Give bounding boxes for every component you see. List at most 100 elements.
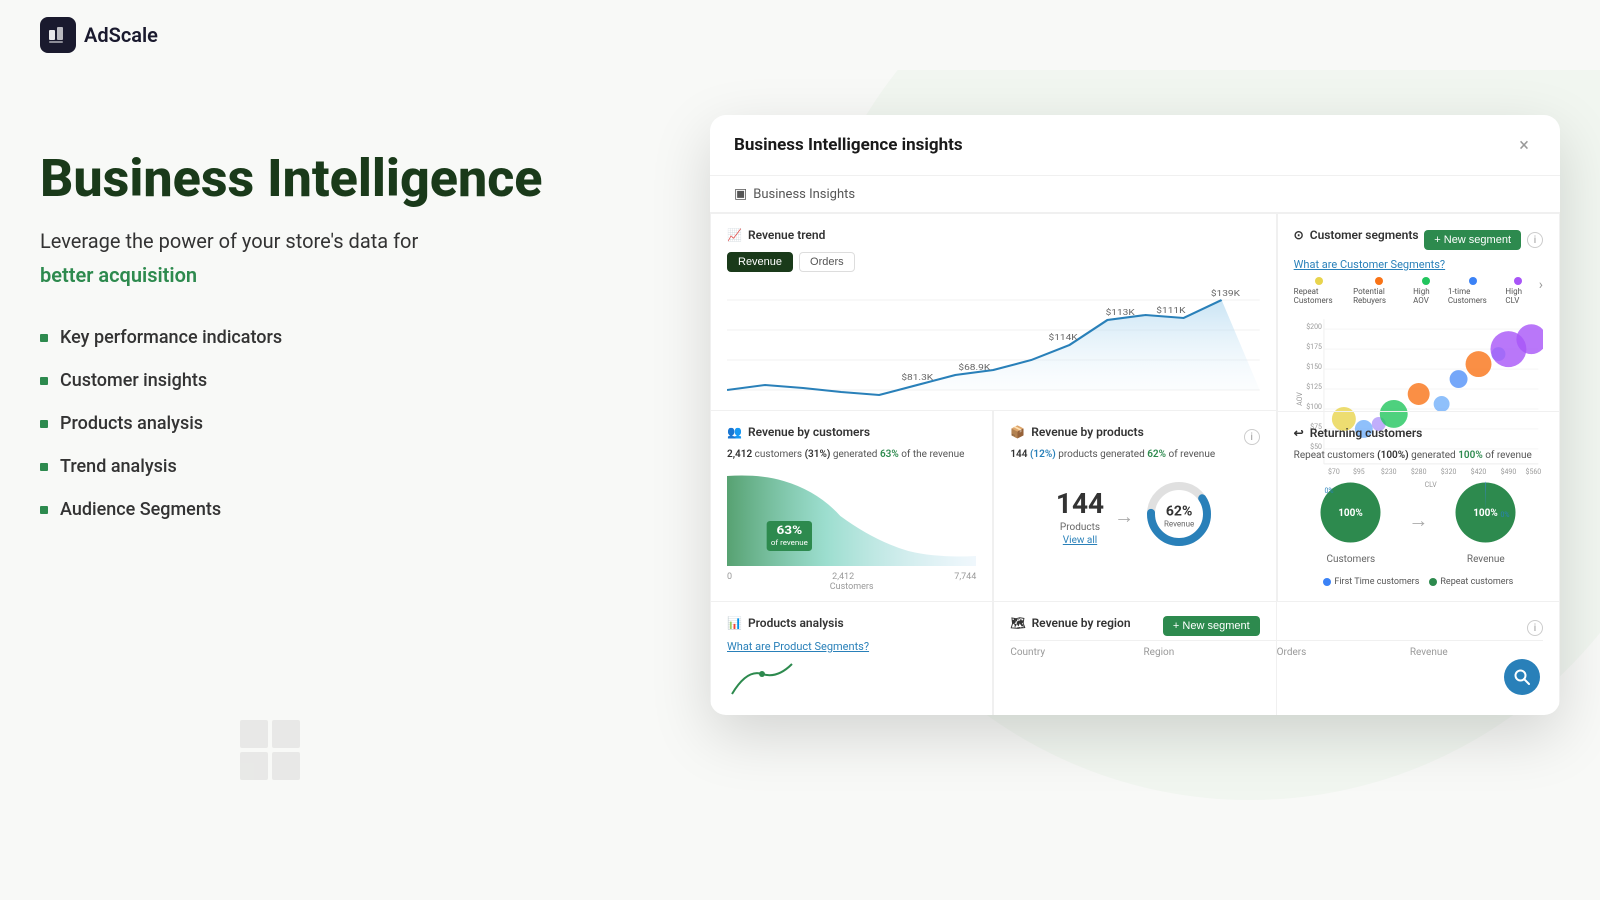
svg-text:AOV: AOV bbox=[1296, 392, 1304, 406]
logo-icon bbox=[40, 17, 76, 53]
svg-text:$113K: $113K bbox=[1106, 308, 1135, 318]
segments-chevron[interactable]: › bbox=[1539, 277, 1543, 305]
feature-item: Products analysis bbox=[40, 413, 560, 434]
rev-products-title: 📦 Revenue by products bbox=[1010, 425, 1143, 439]
svg-text:$114K: $114K bbox=[1049, 333, 1078, 343]
customers-chart: 63% of revenue 02,4127,744 Customers bbox=[727, 466, 976, 566]
window-title: Business Intelligence insights bbox=[734, 135, 963, 155]
window-header: Business Intelligence insights × bbox=[710, 115, 1560, 176]
svg-text:of revenue: of revenue bbox=[771, 538, 808, 546]
rev-customers-icon: 👥 bbox=[727, 425, 742, 439]
region-col-region: Region bbox=[1143, 647, 1276, 658]
returning-charts: 100% 0% Customers → 100% 0% Revenue bbox=[1294, 467, 1543, 573]
revenue-donut-value: 62% bbox=[1164, 504, 1194, 520]
feature-list: Key performance indicators Customer insig… bbox=[40, 327, 560, 520]
svg-text:0%: 0% bbox=[1325, 487, 1334, 495]
breadcrumb-icon: ▣ bbox=[734, 186, 747, 202]
feature-bullet bbox=[40, 377, 48, 385]
rev-products-icon: 📦 bbox=[1010, 425, 1025, 439]
segment-labels: Repeat Customers Potential Rebuyers High… bbox=[1294, 277, 1543, 305]
region-info-icon[interactable]: i bbox=[1527, 620, 1543, 636]
revenue-pie-label: Revenue bbox=[1467, 554, 1505, 565]
products-analysis-icon: 📊 bbox=[727, 616, 742, 630]
tab-orders[interactable]: Orders bbox=[799, 252, 855, 272]
close-button[interactable]: × bbox=[1512, 133, 1536, 157]
segments-icon: ⊙ bbox=[1294, 228, 1304, 242]
breadcrumb-text: Business Insights bbox=[753, 187, 855, 202]
what-are-products-link[interactable]: What are Product Segments? bbox=[727, 640, 976, 653]
products-info-icon[interactable]: i bbox=[1244, 429, 1260, 445]
revenue-pie: 100% 0% Revenue bbox=[1448, 475, 1523, 565]
tab-revenue[interactable]: Revenue bbox=[727, 252, 793, 272]
returning-legend: First Time customers Repeat customers bbox=[1294, 577, 1543, 587]
products-stat-box: 144 Products View all bbox=[1056, 487, 1104, 546]
revenue-trend-icon: 📈 bbox=[727, 228, 742, 242]
products-arrow: → bbox=[1114, 504, 1134, 529]
products-big-number: 144 bbox=[1056, 487, 1104, 520]
svg-text:$175: $175 bbox=[1306, 343, 1322, 351]
products-analysis-panel: 📊 Products analysis What are Product Seg… bbox=[710, 602, 993, 715]
revenue-tab-buttons: Revenue Orders bbox=[727, 252, 1260, 272]
region-col-revenue: Revenue bbox=[1410, 647, 1543, 658]
rev-customers-stat: 2,412 customers (31%) generated 63% of t… bbox=[727, 449, 976, 460]
returning-arrow: → bbox=[1408, 508, 1428, 533]
products-analysis-title: 📊 Products analysis bbox=[727, 616, 976, 630]
feature-item: Audience Segments bbox=[40, 499, 560, 520]
subtitle: Leverage the power of your store's data … bbox=[40, 227, 560, 255]
customers-x-axis: 02,4127,744 bbox=[727, 572, 976, 582]
segments-info-icon[interactable]: i bbox=[1527, 232, 1543, 248]
revenue-donut: 62% Revenue bbox=[1144, 479, 1214, 553]
header: AdScale bbox=[0, 0, 1600, 70]
customers-axis-label: Customers bbox=[727, 582, 976, 592]
feature-bullet bbox=[40, 420, 48, 428]
svg-text:0%: 0% bbox=[1501, 511, 1510, 519]
svg-text:$125: $125 bbox=[1306, 383, 1322, 391]
returning-icon: ↩ bbox=[1294, 426, 1304, 440]
region-col-orders: Orders bbox=[1277, 647, 1410, 658]
region-table-header: Country Region Orders Revenue bbox=[1010, 640, 1543, 658]
svg-text:$200: $200 bbox=[1306, 323, 1322, 331]
left-panel: Business Intelligence Leverage the power… bbox=[40, 150, 560, 520]
revenue-donut-label: Revenue bbox=[1164, 520, 1194, 529]
feature-item: Key performance indicators bbox=[40, 327, 560, 348]
search-fab[interactable] bbox=[1504, 659, 1540, 695]
returning-customers-panel: ↩ Returning customers Repeat customers (… bbox=[1277, 411, 1560, 602]
dashboard-decoration bbox=[240, 720, 320, 800]
products-view-all[interactable]: View all bbox=[1063, 535, 1097, 546]
svg-text:$111K: $111K bbox=[1156, 306, 1185, 316]
revenue-customers-panel: 👥 Revenue by customers 2,412 customers (… bbox=[710, 411, 993, 602]
svg-text:100%: 100% bbox=[1339, 508, 1364, 519]
svg-text:$68.9K: $68.9K bbox=[958, 363, 990, 373]
dashboard-window: Business Intelligence insights × ▣ Busin… bbox=[710, 115, 1560, 715]
segments-header: ⊙ Customer segments + New segment i bbox=[1294, 228, 1543, 252]
revenue-chart-area: $81.3K $68.9K $114K $113K $111K $139K Ma… bbox=[727, 280, 1260, 400]
svg-text:$150: $150 bbox=[1306, 363, 1322, 371]
feature-bullet bbox=[40, 506, 48, 514]
rev-products-stat: 144 (12%) products generated 62% of reve… bbox=[1010, 449, 1259, 460]
products-preview-chart bbox=[727, 659, 807, 699]
logo-text: AdScale bbox=[84, 23, 158, 47]
customers-pie: 100% 0% Customers bbox=[1313, 475, 1388, 565]
svg-text:63%: 63% bbox=[777, 524, 803, 538]
rev-customers-title: 👥 Revenue by customers bbox=[727, 425, 976, 439]
svg-text:100%: 100% bbox=[1474, 508, 1499, 519]
svg-text:$100: $100 bbox=[1306, 403, 1322, 411]
logo: AdScale bbox=[40, 17, 158, 53]
feature-item: Trend analysis bbox=[40, 456, 560, 477]
revenue-trend-panel: 📈 Revenue trend Revenue Orders bbox=[710, 213, 1277, 411]
revenue-products-panel: 📦 Revenue by products i 144 (12%) produc… bbox=[993, 411, 1276, 602]
what-are-segments-link[interactable]: What are Customer Segments? bbox=[1294, 258, 1543, 271]
feature-bullet bbox=[40, 334, 48, 342]
returning-title: ↩ Returning customers bbox=[1294, 426, 1543, 440]
region-col-country: Country bbox=[1010, 647, 1143, 658]
rev-region-title: 🗺 Revenue by region bbox=[1010, 616, 1130, 630]
new-segment-button[interactable]: + New segment bbox=[1424, 230, 1521, 250]
customers-pie-label: Customers bbox=[1326, 554, 1375, 565]
revenue-region-panel: 🗺 Revenue by region i Country Region Ord… bbox=[993, 602, 1560, 715]
breadcrumb-bar: ▣ Business Insights bbox=[710, 176, 1560, 213]
revenue-trend-title: 📈 Revenue trend bbox=[727, 228, 1260, 242]
svg-text:$81.3K: $81.3K bbox=[901, 373, 933, 383]
feature-item: Customer insights bbox=[40, 370, 560, 391]
svg-text:$139K: $139K bbox=[1211, 289, 1240, 299]
products-big-label: Products bbox=[1060, 522, 1100, 533]
